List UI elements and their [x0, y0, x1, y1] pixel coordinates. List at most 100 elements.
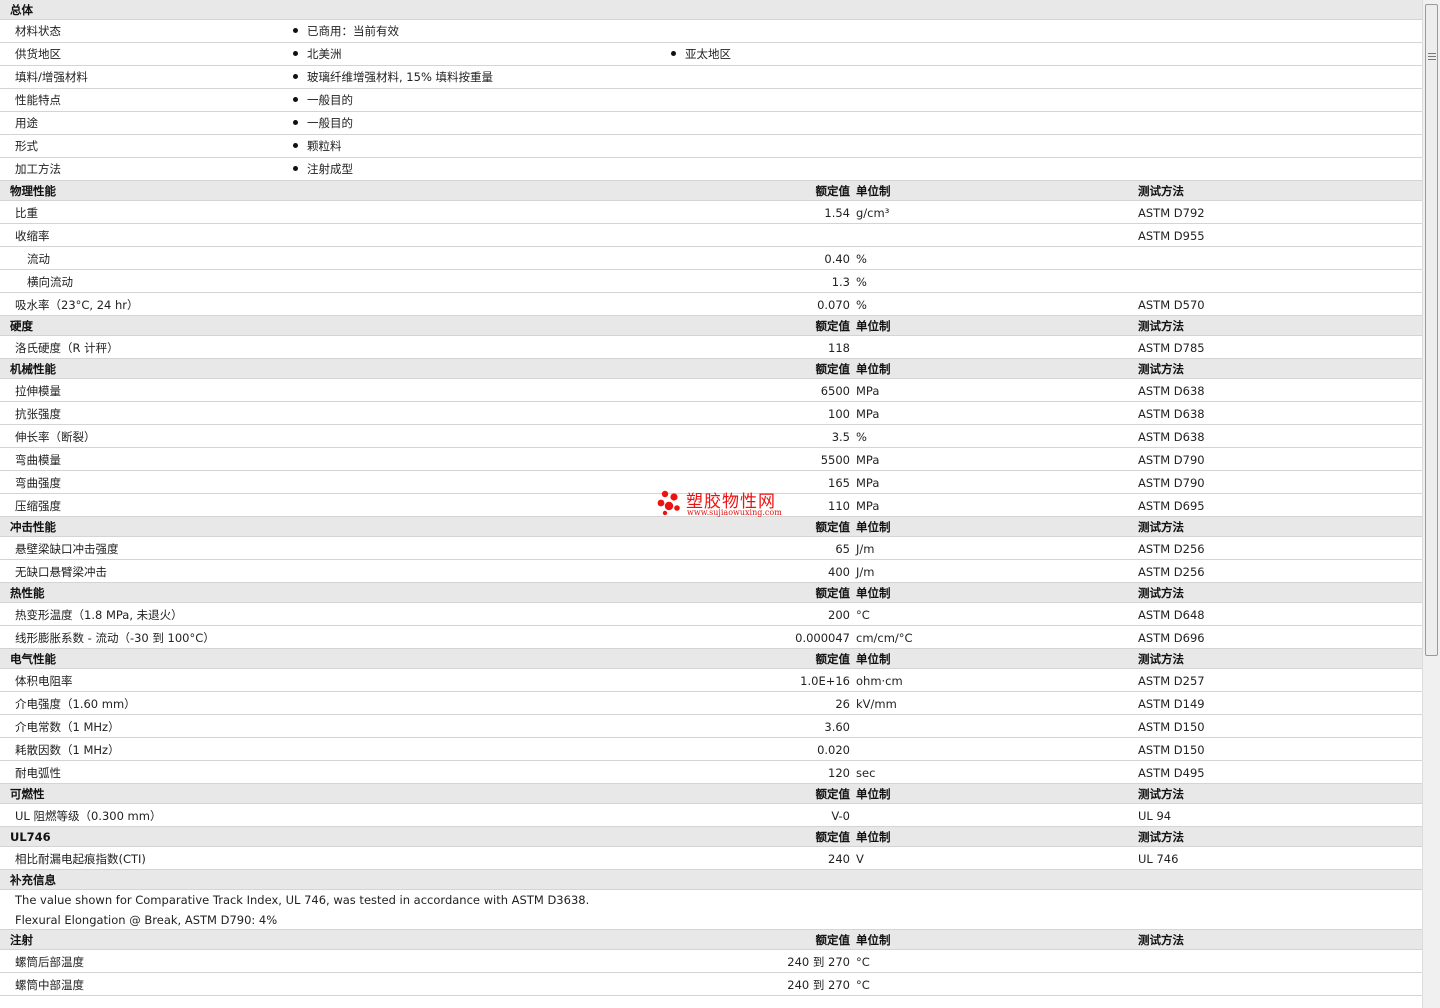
property-value: 3.5 — [831, 430, 850, 444]
property-value: 26 — [835, 697, 850, 711]
section-general-header: 总体 — [0, 0, 1422, 20]
property-unit: sec — [856, 766, 876, 780]
test-method: ASTM D638 — [1138, 430, 1205, 444]
property-name: 拉伸模量 — [15, 384, 61, 398]
header-unit: 单位制 — [856, 787, 891, 801]
property-row: 伸长率（断裂） 3.5% ASTM D638 — [0, 425, 1422, 448]
property-value: 0.070 — [817, 298, 850, 312]
header-unit: 单位制 — [856, 520, 891, 534]
property-unit: ohm·cm — [856, 674, 903, 688]
property-name: 耐电弧性 — [15, 766, 61, 780]
header-value: 额定值 — [815, 787, 851, 801]
bullet-item: 颗粒料 — [293, 135, 342, 158]
property-row: 悬壁梁缺口冲击强度 65 J/m ASTM D256 — [0, 537, 1422, 560]
header-test: 测试方法 — [1138, 787, 1184, 801]
section-title: 机械性能 — [10, 362, 56, 376]
section-header: 可燃性 额定值 单位制 测试方法 — [0, 784, 1422, 804]
property-row: 介电强度（1.60 mm） 26 kV/mm ASTM D149 — [0, 692, 1422, 715]
property-row: 体积电阻率 1.0E+16 ohm·cm ASTM D257 — [0, 669, 1422, 692]
bullet-item: 一般目的 — [293, 89, 353, 112]
test-method: ASTM D790 — [1138, 453, 1205, 467]
test-method: ASTM D150 — [1138, 720, 1205, 734]
bullet-item: 已商用：当前有效 — [293, 20, 399, 43]
property-unit: % — [856, 275, 867, 289]
property-name: 伸长率（断裂） — [15, 430, 96, 444]
header-test: 测试方法 — [1138, 830, 1184, 844]
property-name: 供货地区 — [15, 47, 61, 61]
property-value: 240 — [828, 852, 850, 866]
test-method: ASTM D792 — [1138, 206, 1205, 220]
general-row: 材料状态 已商用：当前有效 — [0, 20, 1422, 43]
test-method: ASTM D638 — [1138, 407, 1205, 421]
property-value: 6500 — [820, 384, 850, 398]
property-name: 流动 — [27, 252, 50, 266]
note-text: Flexural Elongation @ Break, ASTM D790: … — [15, 913, 278, 927]
property-value: 118 — [828, 341, 850, 355]
property-name: 热变形温度（1.8 MPa, 未退火） — [15, 608, 183, 622]
property-name: 填料/增强材料 — [15, 70, 88, 84]
header-value: 额定值 — [815, 184, 851, 198]
header-value: 额定值 — [815, 830, 851, 844]
section-title: 硬度 — [10, 319, 33, 333]
header-unit: 单位制 — [856, 652, 891, 666]
property-value: 165 — [828, 476, 850, 490]
test-method: ASTM D256 — [1138, 565, 1205, 579]
bullet-item: 一般目的 — [293, 112, 353, 135]
test-method: ASTM D696 — [1138, 631, 1205, 645]
property-unit: MPa — [856, 384, 880, 398]
property-unit: % — [856, 298, 867, 312]
property-row: 螺筒后部温度 240 到 270 °C — [0, 950, 1422, 973]
general-row: 供货地区 北美洲 亚太地区 — [0, 43, 1422, 66]
header-unit: 单位制 — [856, 319, 891, 333]
bullet-item: 亚太地区 — [671, 43, 731, 66]
section-header: 热性能 额定值 单位制 测试方法 — [0, 583, 1422, 603]
section-title: 注射 — [10, 933, 33, 947]
property-value: 0.000047 — [795, 631, 850, 645]
property-name: 无缺口悬臂梁冲击 — [15, 565, 107, 579]
property-name: 螺筒后部温度 — [15, 955, 84, 969]
bullet-icon — [293, 51, 298, 56]
test-method: ASTM D785 — [1138, 341, 1205, 355]
property-name: 收缩率 — [15, 229, 50, 243]
property-name: 性能特点 — [15, 93, 61, 107]
property-name: 相比耐漏电起痕指数(CTI) — [15, 852, 146, 866]
general-row: 形式 颗粒料 — [0, 135, 1422, 158]
property-row: 比重 1.54 g/cm³ ASTM D792 — [0, 201, 1422, 224]
section-title: 可燃性 — [10, 787, 45, 801]
section-injection-header: 注射 额定值 单位制 测试方法 — [0, 930, 1422, 950]
header-value: 额定值 — [815, 362, 851, 376]
property-unit: g/cm³ — [856, 206, 890, 220]
property-row: UL 阻燃等级（0.300 mm） V-0 UL 94 — [0, 804, 1422, 827]
property-row: 热变形温度（1.8 MPa, 未退火） 200 °C ASTM D648 — [0, 603, 1422, 626]
general-row: 加工方法 注射成型 — [0, 158, 1422, 181]
bullet-icon — [293, 143, 298, 148]
property-value: 120 — [828, 766, 850, 780]
property-unit: cm/cm/°C — [856, 631, 913, 645]
bullet-item: 玻璃纤维增强材料, 15% 填料按重量 — [293, 66, 493, 89]
header-unit: 单位制 — [856, 933, 891, 947]
test-method: ASTM D570 — [1138, 298, 1205, 312]
vertical-scrollbar[interactable] — [1422, 0, 1440, 1008]
sub-property-row: 流动 0.40% — [0, 247, 1422, 270]
property-value: 5500 — [820, 453, 850, 467]
property-value: 65 — [835, 542, 850, 556]
property-row: 抗张强度 100 MPa ASTM D638 — [0, 402, 1422, 425]
bullet-icon — [293, 74, 298, 79]
property-name: 形式 — [15, 139, 38, 153]
header-unit: 单位制 — [856, 362, 891, 376]
bullet-icon — [293, 97, 298, 102]
property-name: 线形膨胀系数 - 流动（-30 到 100°C） — [15, 631, 215, 645]
property-row: 弯曲模量 5500 MPa ASTM D790 — [0, 448, 1422, 471]
header-test: 测试方法 — [1138, 933, 1184, 947]
header-test: 测试方法 — [1138, 184, 1184, 198]
header-test: 测试方法 — [1138, 652, 1184, 666]
bullet-icon — [293, 28, 298, 33]
test-method: UL 94 — [1138, 809, 1172, 823]
property-unit: % — [856, 252, 867, 266]
test-method: ASTM D495 — [1138, 766, 1205, 780]
scrollbar-thumb[interactable] — [1425, 4, 1438, 656]
bullet-text: 已商用：当前有效 — [307, 24, 399, 38]
property-name: 耗散因数（1 MHz） — [15, 743, 120, 757]
bullet-text: 一般目的 — [307, 93, 353, 107]
test-method: ASTM D790 — [1138, 476, 1205, 490]
